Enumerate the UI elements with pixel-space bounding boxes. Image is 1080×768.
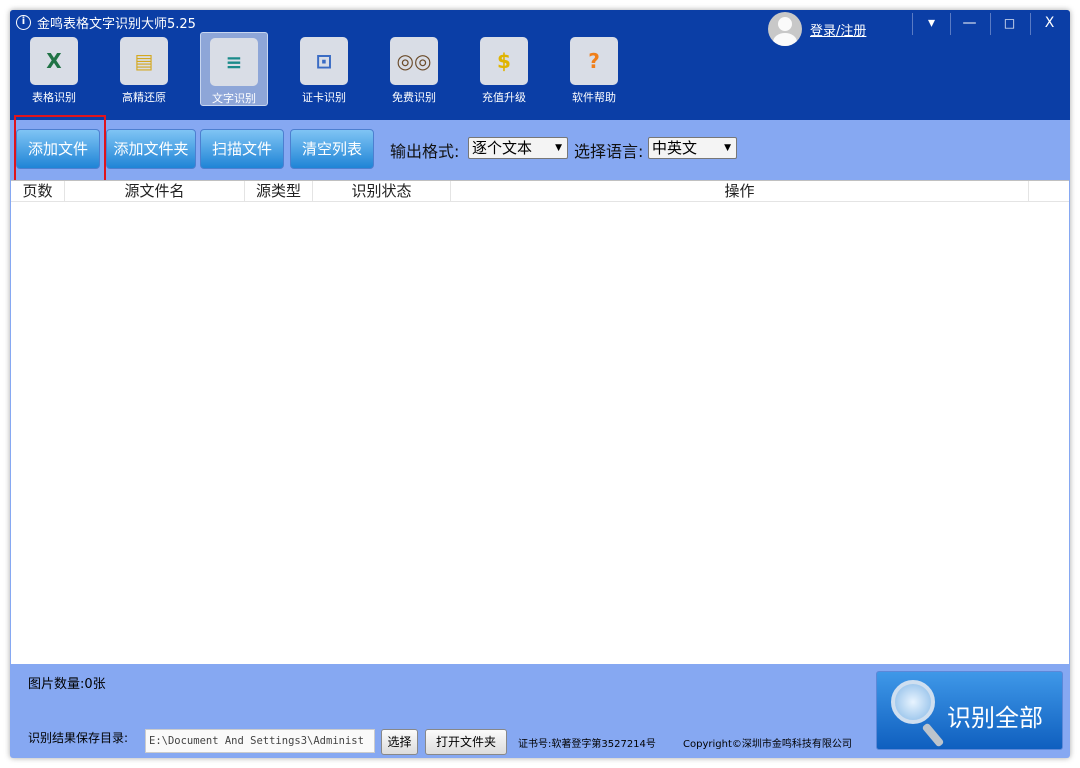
header: i 金鸣表格文字识别大师5.25 X 表格识别 ▤ 高精还原 ≡ 文字识别 ⊡ 证卡识别 ◎◎ 免… [10,10,1070,120]
output-format-select[interactable]: 逐个文本 ▼ [468,137,568,159]
open-folder-button[interactable]: 打开文件夹 [425,729,507,755]
output-format-value: 逐个文本 [472,139,532,157]
user-area: 登录/注册 [768,12,866,46]
coin-icon: $ [480,37,528,85]
certificate-text: 证书号:软著登字第3527214号 [518,735,656,750]
chevron-down-icon: ▼ [555,138,562,158]
login-link[interactable]: 登录/注册 [810,20,866,39]
choose-button[interactable]: 选择 [381,729,418,755]
close-button[interactable]: X [1030,13,1068,35]
window-title: 金鸣表格文字识别大师5.25 [37,13,196,32]
nav-coin[interactable]: $ 充值升级 [470,32,538,106]
title-bar: i 金鸣表格文字识别大师5.25 [16,13,196,32]
document-icon: ≡ [210,38,258,86]
nav-label: 文字识别 [201,90,267,106]
avatar[interactable] [768,12,802,46]
toolbar: 添加文件 添加文件夹 扫描文件 清空列表 输出格式: 逐个文本▼ 选择语言: 中… [10,120,1070,180]
clear-list-button[interactable]: 清空列表 [290,129,374,169]
output-format-label: 输出格式: [390,138,459,162]
footer: 图片数量:0张 识别结果保存目录: E:\Document And Settin… [10,665,1070,758]
nav-help[interactable]: ? 软件帮助 [560,32,628,106]
nav-label: 高精还原 [110,89,178,105]
recognize-all-button[interactable]: 识别全部 [876,671,1063,750]
save-dir-label: 识别结果保存目录: [28,729,128,746]
excel-icon: X [30,37,78,85]
column-header-filename[interactable]: 源文件名 [65,181,245,202]
add-folder-button[interactable]: 添加文件夹 [106,129,196,169]
book-icon: ◎◎ [390,37,438,85]
nav-excel[interactable]: X 表格识别 [20,32,88,106]
copyright-text: Copyright©深圳市金鸣科技有限公司 [683,735,852,750]
nav-label: 免费识别 [380,89,448,105]
table-header: 页数 源文件名 源类型 识别状态 操作 [11,181,1069,202]
language-select[interactable]: 中英文 ▼ [648,137,737,159]
image-count: 图片数量:0张 [28,673,106,692]
save-dir-input[interactable]: E:\Document And Settings3\Administ [145,729,375,753]
maximize-button[interactable]: □ [990,13,1028,35]
app-window: i 金鸣表格文字识别大师5.25 X 表格识别 ▤ 高精还原 ≡ 文字识别 ⊡ 证卡识别 ◎◎ 免… [10,10,1070,758]
file-table: 页数 源文件名 源类型 识别状态 操作 [11,180,1069,664]
recognize-all-label: 识别全部 [947,698,1043,733]
nav-book[interactable]: ◎◎ 免费识别 [380,32,448,106]
highlight-box [14,115,106,183]
chevron-down-icon: ▼ [724,138,731,158]
nav-label: 软件帮助 [560,89,628,105]
nav-layout[interactable]: ▤ 高精还原 [110,32,178,106]
magnifier-handle [922,722,945,747]
app-logo-icon: i [16,15,31,30]
nav-document[interactable]: ≡ 文字识别 [200,32,268,106]
nav-label: 表格识别 [20,89,88,105]
language-value: 中英文 [652,139,697,157]
column-header-status[interactable]: 识别状态 [313,181,451,202]
minimize-button[interactable]: — [950,13,988,35]
menu-dropdown-button[interactable]: ▾ [912,13,950,35]
nav-label: 充值升级 [470,89,538,105]
scan-file-button[interactable]: 扫描文件 [200,129,284,169]
nav-label: 证卡识别 [290,89,358,105]
layout-icon: ▤ [120,37,168,85]
nav-id-card[interactable]: ⊡ 证卡识别 [290,32,358,106]
magnifier-icon [891,680,935,724]
column-header-pages[interactable]: 页数 [11,181,65,202]
column-header-action[interactable]: 操作 [451,181,1029,202]
help-icon: ? [570,37,618,85]
language-label: 选择语言: [574,138,643,162]
column-header-type[interactable]: 源类型 [245,181,313,202]
id-card-icon: ⊡ [300,37,348,85]
